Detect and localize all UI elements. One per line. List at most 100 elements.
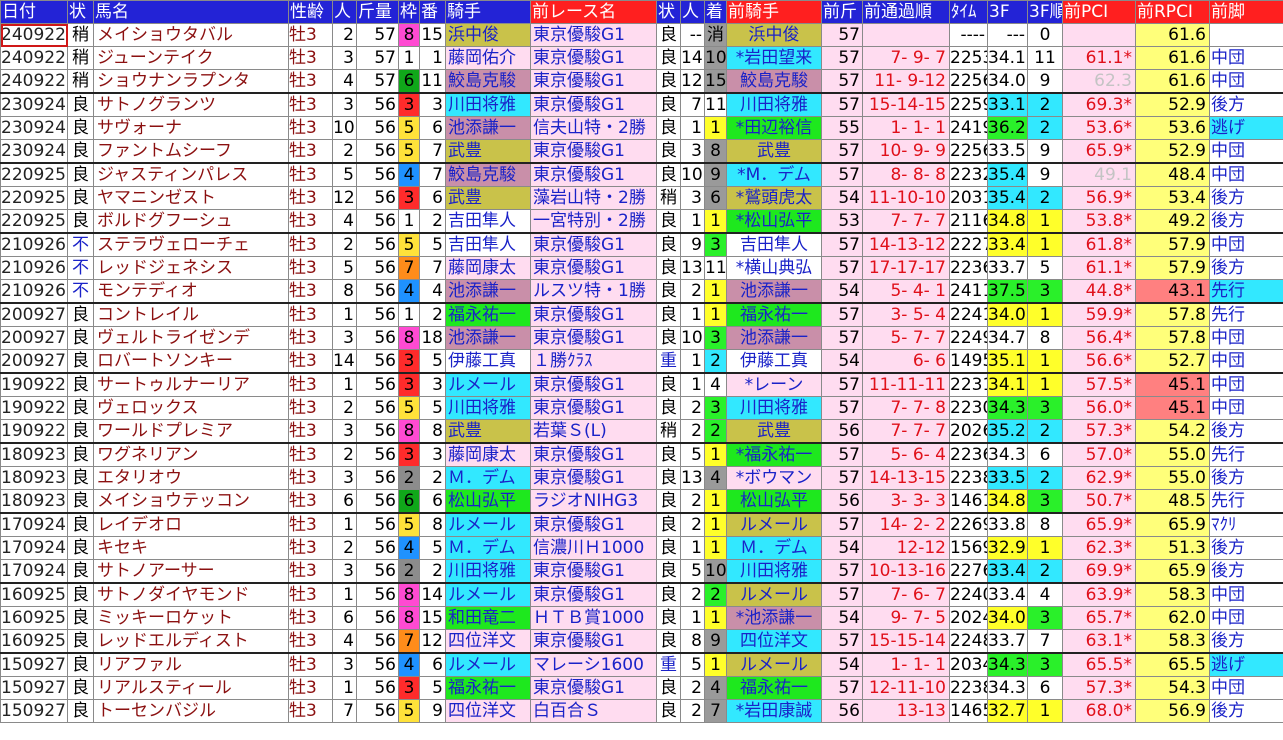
table-row[interactable]: 160925 良レッドエルディスト 牡3 4 56 7 12 四位洋文 東京優駿G1 良 8 9 四位洋… (0, 629, 1283, 654)
horse-name-cell: メイショウタバル (93, 23, 289, 47)
column-header[interactable]: 騎手 (445, 0, 531, 24)
column-header[interactable]: 人 (332, 0, 357, 24)
jockey-cell: 四位洋文 (445, 629, 531, 654)
horse-number-cell: 5 (419, 349, 446, 374)
table-row[interactable]: 150927 良リアファル 牡3 3 56 4 6 ルメール マレーシ1600 重 5 1 ルメール 54… (0, 652, 1283, 677)
weight-cell: 56 (356, 606, 399, 630)
column-header[interactable]: 番 (419, 0, 446, 24)
table-row[interactable]: 150927 良トーセンバジル 牡3 7 56 5 9 四位洋文 白百合Ｓ 良 2 7 *岩田康誠 56 1… (0, 699, 1283, 723)
track-cell: 良 (67, 559, 94, 584)
prev-jockey-cell: ルメール (726, 652, 822, 677)
table-row[interactable]: 210926 不レッドジェネシス 牡3 5 56 7 7 藤岡康太 東京優駿G1 良 13 11 *横山… (0, 256, 1283, 280)
prev-weight-cell: 57 (821, 512, 863, 537)
table-row[interactable]: 190922 良サートゥルナーリア 牡3 1 56 3 3 ルメール 東京優駿G1 良 1 4 *レーン… (0, 372, 1283, 397)
column-header[interactable]: 状 (656, 0, 681, 24)
table-row[interactable]: 180923 良ワグネリアン 牡3 2 56 3 3 藤岡康太 東京優駿G1 良 5 1 *福永祐一 57… (0, 442, 1283, 467)
column-header[interactable]: ﾀｲﾑ (949, 0, 988, 24)
table-row[interactable]: 230924 良サヴォーナ 牡3 10 56 5 6 池添謙一 信夫山特・2勝良 1 1 *田辺裕信 5… (0, 116, 1283, 140)
table-row[interactable]: 220925 良ジャスティンパレス 牡3 5 56 4 7 鮫島克駿 東京優駿G1 良 10 9 *M．… (0, 162, 1283, 187)
table-row[interactable]: 210926 不ステラヴェローチェ 牡3 2 56 5 5 吉田隼人 東京優駿G1 良 9 3 吉田隼人… (0, 232, 1283, 257)
column-header[interactable]: 前レース名 (530, 0, 657, 24)
prev-weight-cell: 57 (821, 139, 863, 164)
table-row[interactable]: 220925 良ヤマニンゼスト 牡3 12 56 3 6 武豊 藻岩山特・2勝稍 3 6 *鷲頭虎太 5… (0, 186, 1283, 210)
last-3f-cell: 32.7 (987, 699, 1028, 723)
prev-track-cell: 良 (656, 512, 681, 537)
column-header[interactable]: 着 (704, 0, 727, 24)
prev-popularity-cell: 5 (680, 442, 705, 467)
column-header[interactable]: 前通過順 (862, 0, 950, 24)
weight-cell: 56 (356, 116, 399, 140)
column-header[interactable]: 3F順 (1027, 0, 1063, 24)
track-cell: 稍 (67, 69, 94, 94)
table-row[interactable]: 220925 良ボルドグフーシュ 牡3 4 56 1 2 吉田隼人 一宮特別・2勝良 1 1 *松山弘… (0, 209, 1283, 234)
table-row[interactable]: 170924 良レイデオロ 牡3 1 56 5 8 ルメール 東京優駿G1 良 2 1 ルメール 57 14… (0, 512, 1283, 537)
column-header[interactable]: 馬名 (93, 0, 289, 24)
results-table: 日付状馬名性齢人斤量枠番騎手前レース名状人着前騎手前斤前通過順ﾀｲﾑ3F3F順前… (0, 0, 1283, 723)
jockey-cell: ルメール (445, 512, 531, 537)
frame-cell: 8 (398, 606, 420, 630)
table-row[interactable]: 160925 良サトノダイヤモンド 牡3 1 56 8 14 ルメール 東京優駿G1 良 2 2 ルメー… (0, 582, 1283, 607)
column-header[interactable]: 状 (67, 0, 94, 24)
prev-race-cell: 東京優駿G1 (530, 46, 657, 70)
table-row[interactable]: 190922 良ヴェロックス 牡3 2 56 5 5 川田将雅 東京優駿G1 良 2 3 川田将雅 57 7… (0, 396, 1283, 420)
table-row[interactable]: 170924 良サトノアーサー 牡3 3 56 2 2 川田将雅 東京優駿G1 良 5 10 川田将雅 5… (0, 559, 1283, 584)
table-row[interactable]: 180923 良メイショウテッコン 牡3 6 56 6 6 松山弘平 ラジオNIHG3 良 2 1 松山… (0, 489, 1283, 514)
table-row[interactable]: 240922 稍メイショウタバル 牡3 2 57 8 15 浜中俊 東京優駿G1 良 -- 消浜中俊 5… (0, 23, 1283, 47)
jockey-cell: 伊藤工真 (445, 349, 531, 374)
date-cell: 200927 (0, 349, 68, 374)
table-row[interactable]: 200927 良ロバートソンキー 牡3 14 56 3 5 伊藤工真 １勝ｸﾗｽ重 1 2 伊藤工真 5… (0, 349, 1283, 374)
prev-weight-cell: 57 (821, 629, 863, 654)
prev-passing-order-cell: 5- 4- 1 (862, 279, 950, 304)
time-cell: 2231 (949, 372, 988, 397)
column-header[interactable]: 日付 (0, 0, 68, 24)
table-row[interactable]: 210926 不モンテディオ 牡3 8 56 4 4 池添謙一 ルスツ特・1勝良 2 1 池添謙一 54… (0, 279, 1283, 304)
prev-jockey-cell: 鮫島克駿 (726, 69, 822, 94)
column-header[interactable]: 枠 (398, 0, 420, 24)
date-cell: 220925 (0, 209, 68, 234)
column-header[interactable]: 前斤 (821, 0, 863, 24)
horse-number-cell: 2 (419, 466, 446, 490)
column-header[interactable]: 人 (680, 0, 705, 24)
time-cell: 2259 (949, 92, 988, 117)
table-row[interactable]: 190922 良ワールドプレミア 牡3 3 56 8 8 武豊 若葉Ｓ(L) 稍 2 2 武豊 56 7- … (0, 419, 1283, 444)
prev-rpci-cell: 52.9 (1135, 139, 1210, 164)
prev-passing-order-cell: 3- 3- 3 (862, 489, 950, 514)
column-header[interactable]: 3F (987, 0, 1028, 24)
table-row[interactable]: 150927 良リアルスティール 牡3 1 56 3 5 福永祐一 東京優駿G1 良 2 4 福永祐一 5… (0, 676, 1283, 700)
table-row[interactable]: 240922 稍ショウナンラプンタ 牡3 4 57 6 11 鮫島克駿 東京優駿G1 良 12 15 鮫… (0, 69, 1283, 94)
prev-rpci-cell: 43.1 (1135, 279, 1210, 304)
horse-number-cell: 15 (419, 23, 446, 47)
column-header[interactable]: 性齢 (288, 0, 333, 24)
last-3f-rank-cell: 3 (1027, 606, 1063, 630)
prev-weight-cell: 57 (821, 559, 863, 584)
prev-track-cell: 良 (656, 489, 681, 514)
table-row[interactable]: 160925 良ミッキーロケット 牡3 6 56 8 15 和田竜二 ＨＴＢ賞1000 良 1 1 *池… (0, 606, 1283, 630)
prev-track-cell: 良 (656, 582, 681, 607)
prev-finish-cell: 2 (704, 582, 727, 607)
table-row[interactable]: 230924 良ファントムシーフ 牡3 2 56 5 7 武豊 東京優駿G1 良 3 8 武豊 57 10-… (0, 139, 1283, 164)
jockey-cell: 川田将雅 (445, 559, 531, 584)
table-row[interactable]: 170924 良キセキ 牡3 2 56 4 5 Ｍ．デム 信濃川Ｈ1000 良 1 1 Ｍ．デム 54 12… (0, 536, 1283, 560)
prev-race-cell: 藻岩山特・2勝 (530, 186, 657, 210)
table-row[interactable]: 180923 良エタリオウ 牡3 3 56 2 2 Ｍ．デム 東京優駿G1 良 13 4 *ボウマン 57… (0, 466, 1283, 490)
horse-number-cell: 1 (419, 46, 446, 70)
table-row[interactable]: 200927 良ヴェルトライゼンデ 牡3 3 56 8 18 池添謙一 東京優駿G1 良 10 3 池添… (0, 326, 1283, 350)
running-style-cell: 中団 (1209, 349, 1283, 374)
popularity-cell: 2 (332, 23, 357, 47)
table-row[interactable]: 200927 良コントレイル 牡3 1 56 1 2 福永祐一 東京優駿G1 良 1 1 福永祐一 57 3… (0, 302, 1283, 327)
column-header[interactable]: 前脚 (1209, 0, 1283, 24)
prev-jockey-cell: 福永祐一 (726, 676, 822, 700)
column-header[interactable]: 前RPCI (1135, 0, 1210, 24)
column-header[interactable]: 前騎手 (726, 0, 822, 24)
prev-finish-cell: 3 (704, 396, 727, 420)
table-row[interactable]: 230924 良サトノグランツ 牡3 3 56 3 3 川田将雅 東京優駿G1 良 7 11 川田将雅 5… (0, 92, 1283, 117)
column-header[interactable]: 前PCI (1062, 0, 1136, 24)
last-3f-rank-cell: 2 (1027, 92, 1063, 117)
sex-age-cell: 牡3 (288, 209, 333, 234)
table-row[interactable]: 240922 稍ジューンテイク 牡3 3 57 1 1 藤岡佑介 東京優駿G1 良 14 10 *岩田望… (0, 46, 1283, 70)
last-3f-rank-cell: 2 (1027, 419, 1063, 444)
column-header[interactable]: 斤量 (356, 0, 399, 24)
prev-finish-cell: 6 (704, 186, 727, 210)
horse-name-cell: リアルスティール (93, 676, 289, 700)
prev-weight-cell: 56 (821, 419, 863, 444)
